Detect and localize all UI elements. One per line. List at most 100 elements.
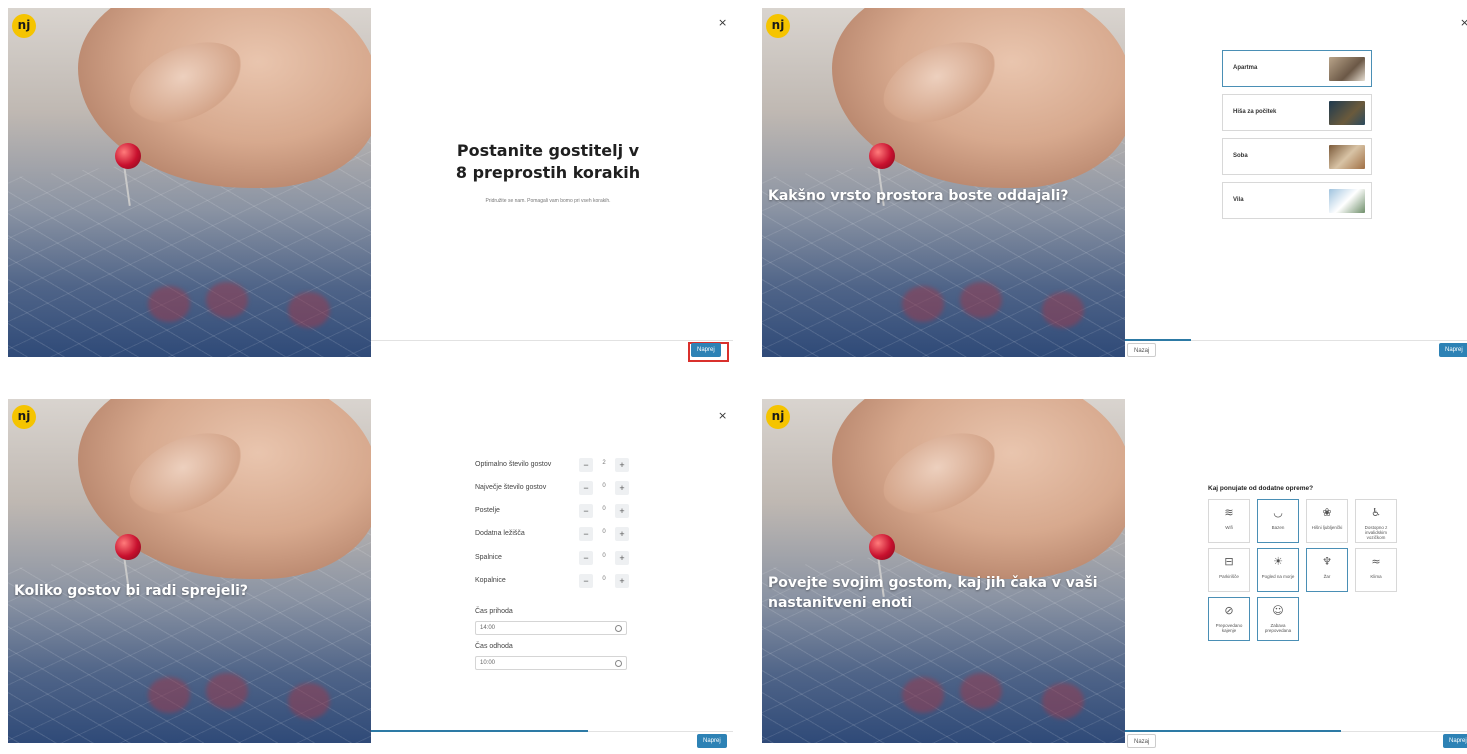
next-button[interactable]: Naprej (1439, 343, 1467, 357)
space-option-hisa[interactable]: Hiša za počitek (1222, 94, 1372, 131)
checkin-label: Čas prihoda (475, 608, 513, 615)
checkin-time-input[interactable]: 14:00 (475, 621, 627, 635)
plus-button[interactable]: + (615, 504, 629, 518)
back-button[interactable]: Nazaj (1127, 734, 1157, 748)
next-button[interactable]: Naprej (691, 343, 721, 357)
space-type-screen: nj Kakšno vrsto prostora boste oddajali?… (762, 8, 1467, 363)
back-button[interactable]: Nazaj (1127, 343, 1157, 357)
wifi-icon: ≋ (1224, 506, 1234, 519)
counter-extra-beds: Dodatna ležišča − 0 + (475, 527, 635, 543)
plus-button[interactable]: + (615, 458, 629, 472)
blurred-pin (902, 677, 944, 713)
counter-label: Kopalnice (475, 577, 506, 584)
space-type-list: Apartma Hiša za počitek Soba Vila (1222, 50, 1372, 226)
amenity-label: Žar (1323, 574, 1331, 579)
plus-button[interactable]: + (615, 551, 629, 565)
counter-value: 0 (602, 553, 606, 559)
bedroom-stepper: − 0 + (579, 551, 629, 565)
title-line-2: 8 preprostih korakih (455, 163, 641, 182)
amenity-pool[interactable]: ◡ Bazen (1257, 499, 1299, 543)
pin-head (869, 143, 895, 169)
hero-image: nj Povejte svojim gostom, kaj jih čaka v… (762, 399, 1125, 743)
plus-button[interactable]: + (615, 574, 629, 588)
intro-screen: nj × Postanite gostitelj v 8 preprostih … (8, 8, 733, 363)
minus-button[interactable]: − (579, 574, 593, 588)
counter-value: 0 (602, 576, 606, 582)
space-option-vila[interactable]: Vila (1222, 182, 1372, 219)
minus-button[interactable]: − (579, 527, 593, 541)
counter-max-guests: Največje število gostov − 0 + (475, 481, 635, 497)
title-line-1: Postanite gostitelj v (456, 141, 640, 160)
minus-button[interactable]: − (579, 504, 593, 518)
amenity-label: Dostopno z invalidskim vozičkom (1364, 525, 1388, 540)
plus-button[interactable]: + (615, 481, 629, 495)
close-icon[interactable]: × (718, 16, 727, 29)
amenity-label: Pogled na morje (1261, 574, 1295, 579)
brand-logo: nj (12, 405, 36, 429)
amenity-sea-view[interactable]: ☀ Pogled na morje (1257, 548, 1299, 592)
brand-logo: nj (766, 405, 790, 429)
amenities-screen: nj Povejte svojim gostom, kaj jih čaka v… (762, 399, 1467, 754)
hero-image: nj Kakšno vrsto prostora boste oddajali? (762, 8, 1125, 357)
clock-icon (615, 625, 622, 632)
blurred-pin (206, 282, 248, 318)
option-label: Apartma (1233, 65, 1258, 71)
pet-icon: ❀ (1322, 506, 1332, 519)
counter-bedrooms: Spalnice − 0 + (475, 551, 635, 567)
counter-label: Spalnice (475, 554, 502, 561)
blurred-pin (148, 677, 190, 713)
hero-image: nj Koliko gostov bi radi sprejeli? (8, 399, 371, 743)
counter-optimal-guests: Optimalno število gostov − 2 + (475, 458, 635, 474)
checkout-time-input[interactable]: 10:00 (475, 656, 627, 670)
plus-button[interactable]: + (615, 527, 629, 541)
page-subtitle: Pridružite se nam. Pomagali vam bomo pri… (485, 198, 611, 204)
amenity-grill[interactable]: ♆ Žar (1306, 548, 1348, 592)
minus-button[interactable]: − (579, 458, 593, 472)
option-label: Vila (1233, 197, 1244, 203)
progress-bar (371, 730, 588, 732)
amenity-no-smoking[interactable]: ⊘ Prepovedano kajenje (1208, 597, 1250, 641)
blurred-pin (1042, 292, 1084, 328)
bed-stepper: − 0 + (579, 504, 629, 518)
checkout-label: Čas odhoda (475, 643, 513, 650)
minus-button[interactable]: − (579, 551, 593, 565)
counter-label: Dodatna ležišča (475, 530, 525, 537)
amenity-parking[interactable]: ⊟ Parkirišče (1208, 548, 1250, 592)
amenity-label: Wifi (1225, 525, 1233, 530)
clock-icon (615, 660, 622, 667)
amenity-wheelchair[interactable]: ♿ Dostopno z invalidskim vozičkom (1355, 499, 1397, 543)
extra-bed-stepper: − 0 + (579, 527, 629, 541)
amenity-wifi[interactable]: ≋ Wifi (1208, 499, 1250, 543)
amenity-pets[interactable]: ❀ Hišni ljubljenčki (1306, 499, 1348, 543)
pool-icon: ◡ (1273, 506, 1283, 519)
amenity-air-conditioning[interactable]: ≈ Klima (1355, 548, 1397, 592)
people-icon: ☺ (1272, 604, 1284, 617)
villa-thumbnail (1329, 189, 1365, 213)
progress-bar (1125, 730, 1341, 732)
option-label: Hiša za počitek (1233, 109, 1277, 115)
close-icon[interactable]: × (1460, 16, 1467, 29)
minus-button[interactable]: − (579, 481, 593, 495)
amenity-label: Prepovedano kajenje (1215, 623, 1243, 633)
blurred-pin (960, 673, 1002, 709)
air-icon: ≈ (1371, 555, 1381, 568)
space-option-apartma[interactable]: Apartma (1222, 50, 1372, 87)
hero-title-line-1: Povejte svojim gostom, kaj jih čaka v va… (768, 575, 1098, 591)
next-button[interactable]: Naprej (1443, 734, 1467, 748)
blurred-pin (288, 683, 330, 719)
hero-image: nj (8, 8, 371, 357)
next-button[interactable]: Naprej (697, 734, 727, 748)
blurred-pin (288, 292, 330, 328)
hero-title: Kakšno vrsto prostora boste oddajali? (768, 188, 1069, 204)
footer-divider (371, 340, 733, 341)
pin-head (869, 534, 895, 560)
space-option-soba[interactable]: Soba (1222, 138, 1372, 175)
brand-logo: nj (12, 14, 36, 38)
counter-label: Postelje (475, 507, 500, 514)
counter-value: 2 (602, 460, 606, 466)
amenity-no-parties[interactable]: ☺ Zabava prepovedana (1257, 597, 1299, 641)
apartment-thumbnail (1329, 57, 1365, 81)
hero-title: Povejte svojim gostom, kaj jih čaka v va… (768, 573, 1098, 613)
counter-value: 0 (602, 506, 606, 512)
close-icon[interactable]: × (718, 409, 727, 422)
